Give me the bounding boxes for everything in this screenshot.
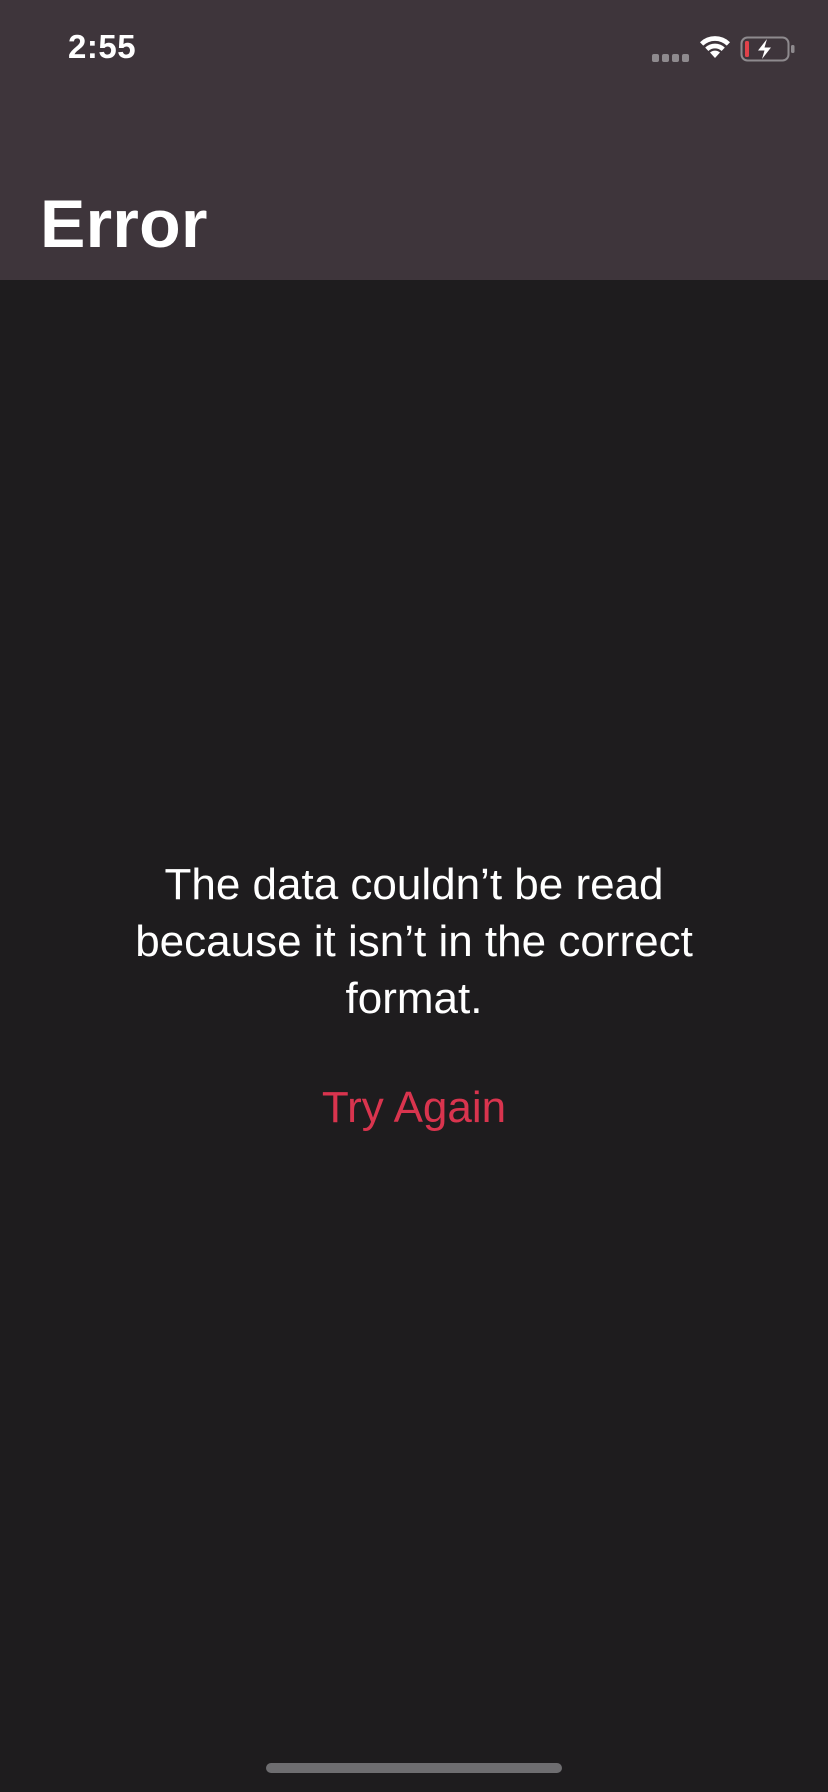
- home-indicator[interactable]: [266, 1763, 562, 1773]
- header: 2:55 Error: [0, 0, 828, 280]
- signal-icon: [652, 54, 689, 62]
- error-message: The data couldn’t be read because it isn…: [135, 860, 693, 1023]
- try-again-button[interactable]: Try Again: [264, 1078, 564, 1138]
- wifi-icon: [700, 36, 730, 58]
- page-title: Error: [40, 186, 208, 262]
- error-screen: 2:55 Error The data couldn’t be read bec…: [0, 0, 828, 1792]
- battery-charging-icon: [740, 36, 795, 62]
- status-bar: 2:55: [0, 0, 828, 100]
- status-time: 2:55: [68, 28, 137, 65]
- main-content: The data couldn’t be read because it isn…: [0, 280, 828, 1792]
